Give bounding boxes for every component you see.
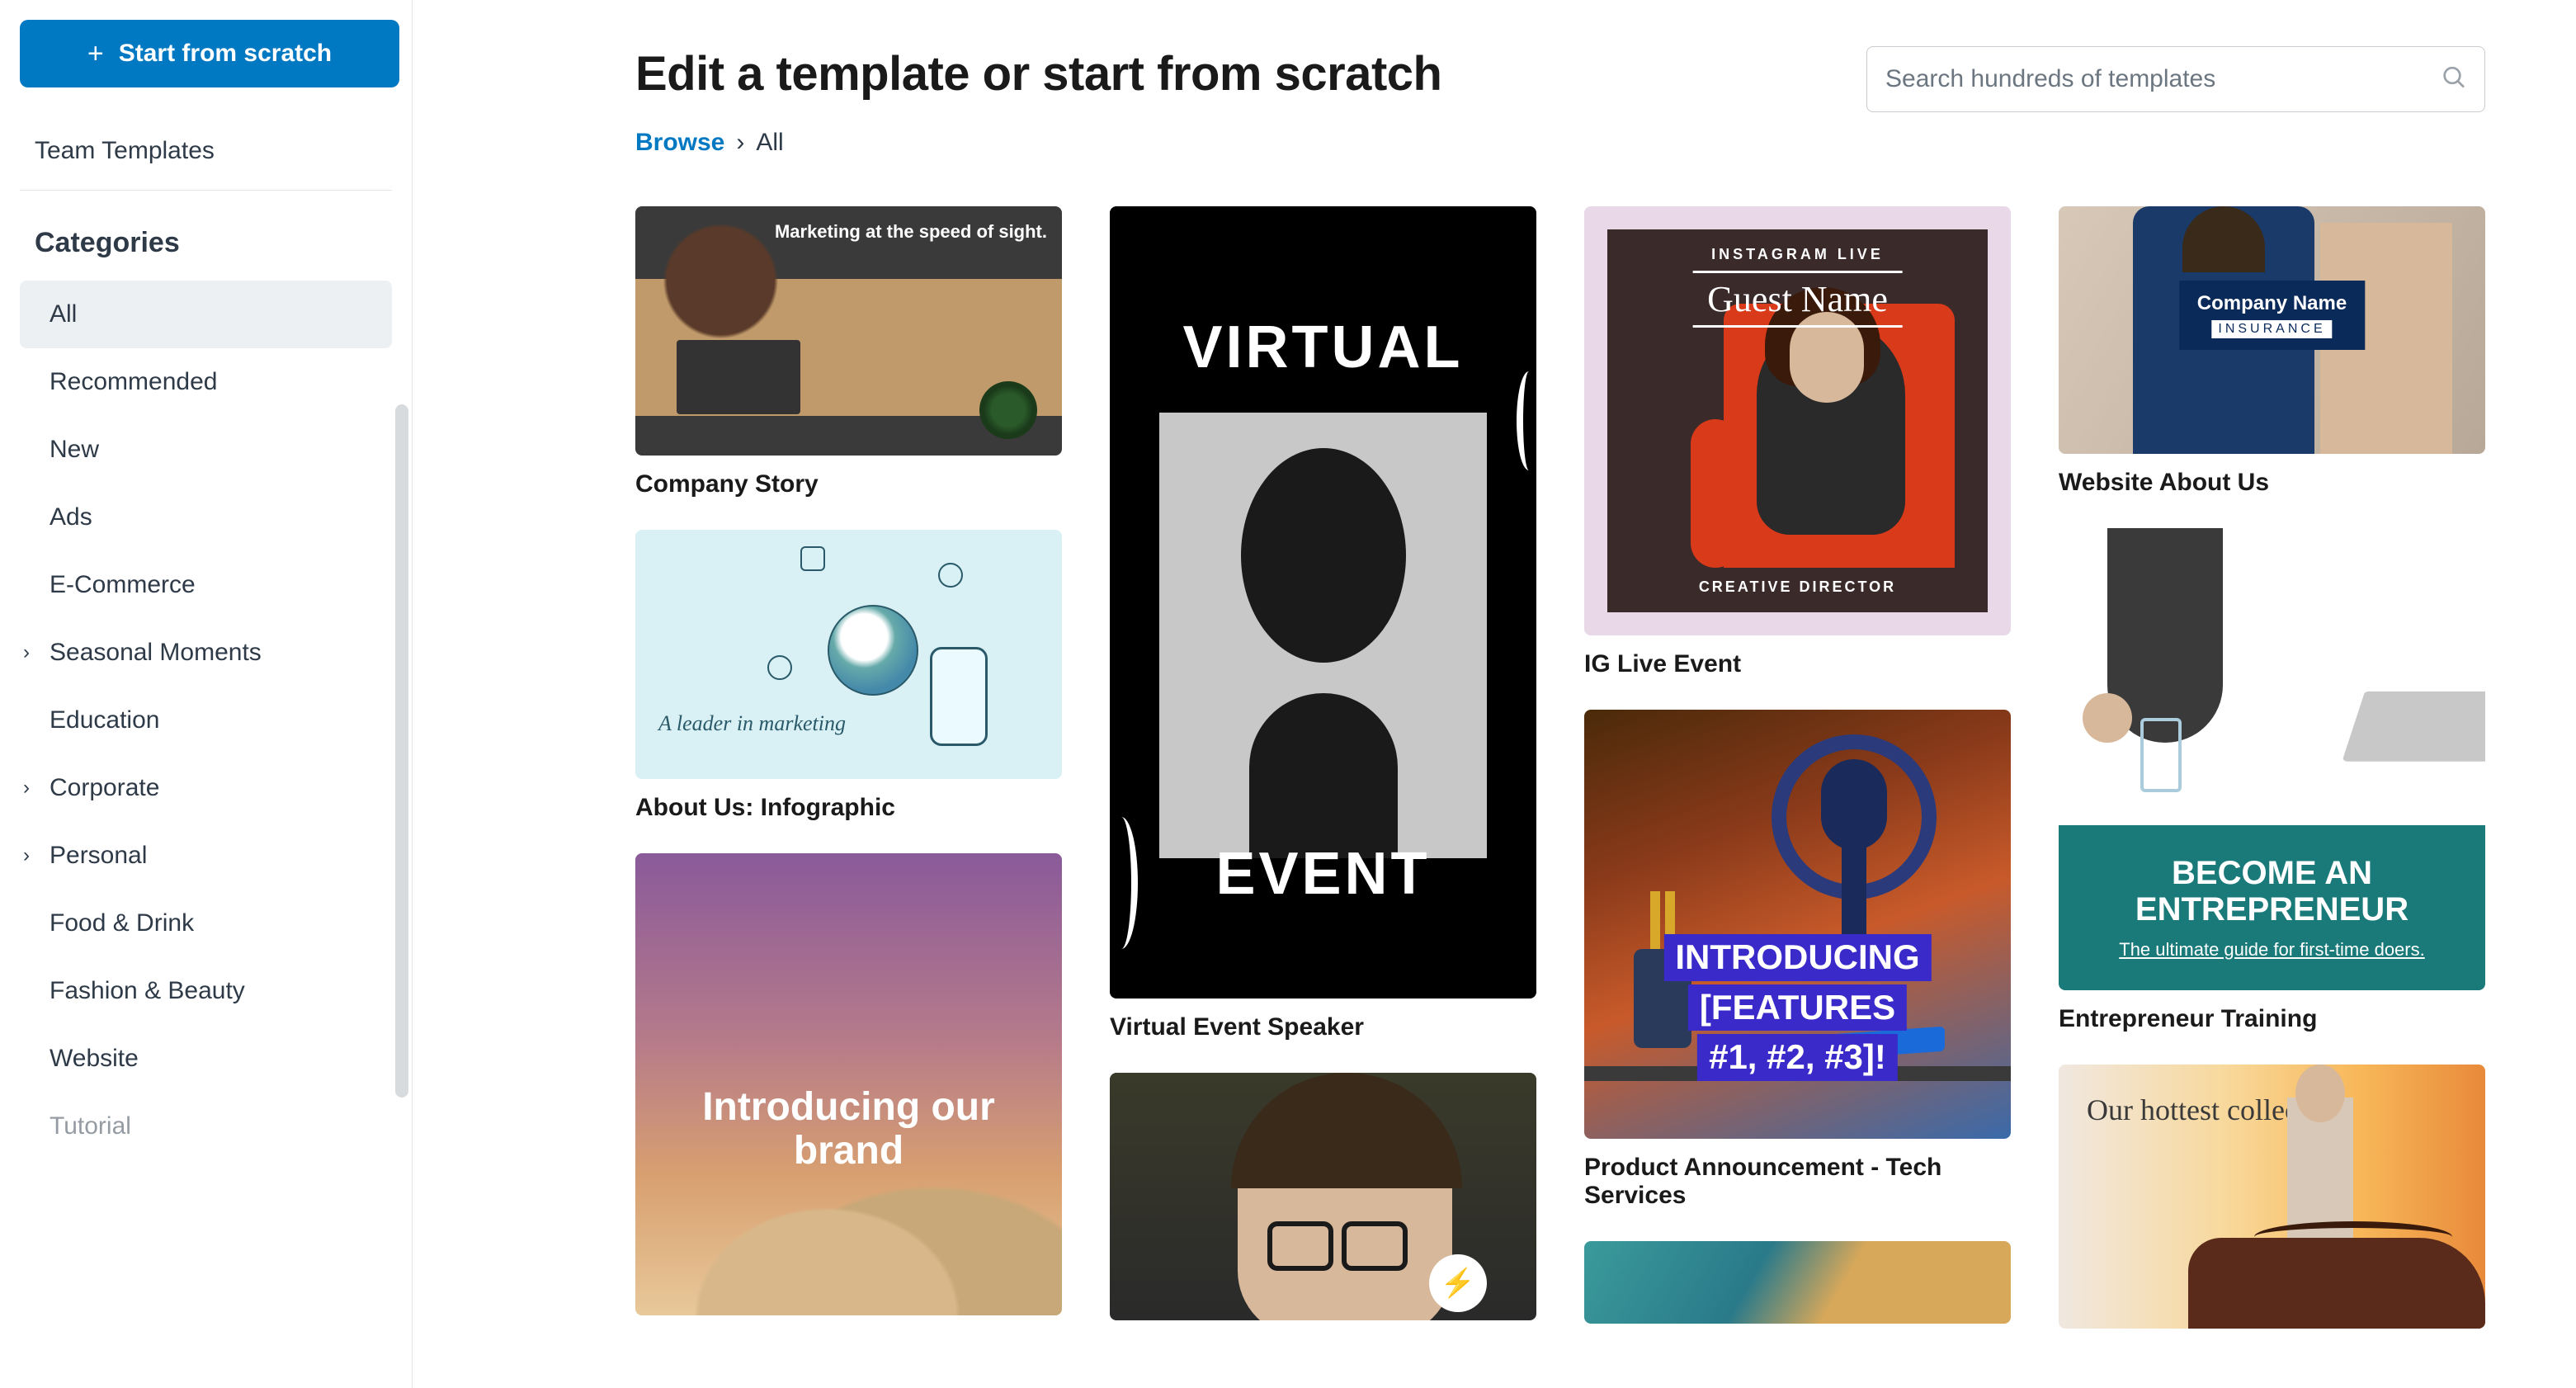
grid-column: VIRTUAL EVENT Virtual Event Speaker ⚡ [1110, 206, 1536, 1329]
template-label: Website About Us [2059, 469, 2485, 497]
category-tutorial[interactable]: Tutorial [20, 1093, 392, 1160]
start-from-scratch-button[interactable]: + Start from scratch [20, 20, 399, 87]
template-thumbnail: A leader in marketing [635, 530, 1062, 779]
template-label: Company Story [635, 470, 1062, 498]
plus-icon: + [87, 40, 104, 68]
chevron-right-icon: › [23, 641, 30, 664]
sidebar-divider [20, 190, 392, 191]
template-card-about-infographic[interactable]: A leader in marketing About Us: Infograp… [635, 530, 1062, 822]
template-thumbnail: BECOME AN ENTREPRENEUR The ultimate guid… [2059, 528, 2485, 990]
chevron-right-icon: › [736, 129, 744, 157]
breadcrumb-current: All [756, 129, 783, 157]
template-card-virtual-event[interactable]: VIRTUAL EVENT Virtual Event Speaker [1110, 206, 1536, 1041]
breadcrumb-browse-link[interactable]: Browse [635, 129, 724, 157]
category-food-drink[interactable]: Food & Drink [20, 890, 392, 957]
chevron-right-icon: › [23, 844, 30, 867]
template-thumbnail: ⚡ [1110, 1073, 1536, 1320]
template-thumbnail [1584, 1241, 2011, 1324]
template-card-wave-partial[interactable] [1584, 1241, 2011, 1324]
template-thumbnail: VIRTUAL EVENT [1110, 206, 1536, 999]
template-label: IG Live Event [1584, 650, 2011, 678]
sidebar: + Start from scratch Team Templates Cate… [0, 0, 413, 1388]
page-title: Edit a template or start from scratch [635, 46, 1441, 102]
template-thumbnail: Introducing our brand [635, 853, 1062, 1315]
template-card-website-about[interactable]: Company Name INSURANCE Website About Us [2059, 206, 2485, 497]
template-label: About Us: Infographic [635, 794, 1062, 822]
sidebar-scrollbar[interactable] [395, 404, 408, 1098]
main-content: Edit a template or start from scratch Br… [413, 0, 2576, 1388]
grid-column: Marketing at the speed of sight. Company… [635, 206, 1062, 1329]
template-label: Entrepreneur Training [2059, 1005, 2485, 1033]
template-thumbnail: Company Name INSURANCE [2059, 206, 2485, 454]
chevron-right-icon: › [23, 777, 30, 800]
template-card-person-partial[interactable]: ⚡ [1110, 1073, 1536, 1320]
search-icon [2441, 64, 2467, 95]
template-label: Product Announcement - Tech Services [1584, 1154, 2011, 1210]
template-thumbnail: INSTAGRAM LIVE Guest Name CREATIVE DIREC… [1584, 206, 2011, 635]
template-thumbnail: Our hottest collection [2059, 1065, 2485, 1329]
categories-heading: Categories [20, 199, 392, 281]
start-from-scratch-label: Start from scratch [119, 40, 332, 68]
breadcrumb: Browse › All [635, 129, 2485, 157]
search-wrap [1866, 46, 2485, 112]
template-card-entrepreneur[interactable]: BECOME AN ENTREPRENEUR The ultimate guid… [2059, 528, 2485, 1033]
category-website[interactable]: Website [20, 1025, 392, 1093]
category-ecommerce[interactable]: E-Commerce [20, 551, 392, 619]
category-seasonal-moments[interactable]: › Seasonal Moments [20, 619, 392, 687]
template-grid: Marketing at the speed of sight. Company… [635, 206, 2485, 1329]
template-thumbnail: Marketing at the speed of sight. [635, 206, 1062, 456]
template-label: Virtual Event Speaker [1110, 1013, 1536, 1041]
category-recommended[interactable]: Recommended [20, 348, 392, 416]
template-thumbnail: INTRODUCING [FEATURES #1, #2, #3]! [1584, 710, 2011, 1139]
template-card-company-story[interactable]: Marketing at the speed of sight. Company… [635, 206, 1062, 498]
category-ads[interactable]: Ads [20, 484, 392, 551]
category-education[interactable]: Education [20, 687, 392, 754]
category-personal[interactable]: › Personal [20, 822, 392, 890]
category-new[interactable]: New [20, 416, 392, 484]
grid-column: Company Name INSURANCE Website About Us [2059, 206, 2485, 1329]
category-fashion-beauty[interactable]: Fashion & Beauty [20, 957, 392, 1025]
lightning-icon: ⚡ [1429, 1254, 1487, 1312]
category-corporate[interactable]: › Corporate [20, 754, 392, 822]
category-all[interactable]: All [20, 281, 392, 348]
template-card-ig-live[interactable]: INSTAGRAM LIVE Guest Name CREATIVE DIREC… [1584, 206, 2011, 678]
team-templates-link[interactable]: Team Templates [20, 116, 392, 186]
template-card-collection[interactable]: Our hottest collection [2059, 1065, 2485, 1329]
grid-column: INSTAGRAM LIVE Guest Name CREATIVE DIREC… [1584, 206, 2011, 1329]
template-card-brand-intro[interactable]: Introducing our brand [635, 853, 1062, 1315]
template-search-input[interactable] [1866, 46, 2485, 112]
template-card-product-announcement[interactable]: INTRODUCING [FEATURES #1, #2, #3]! Produ… [1584, 710, 2011, 1210]
